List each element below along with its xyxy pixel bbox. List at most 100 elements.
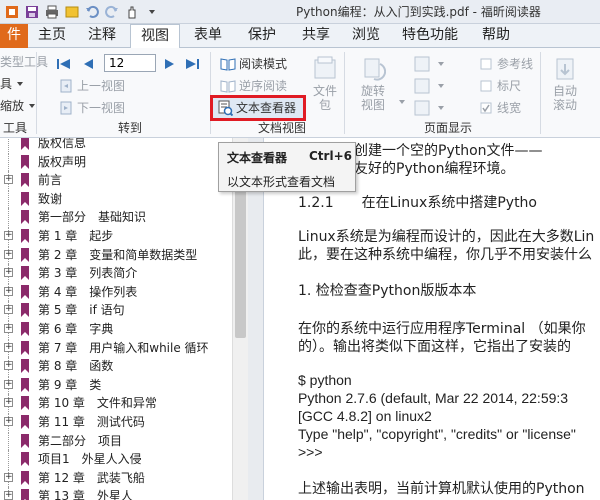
auto-scroll-button[interactable]: 自动 滚动: [548, 54, 582, 112]
next-view-button[interactable]: 下一视图: [58, 98, 125, 118]
bookmark-item[interactable]: + 第 8 章 函数: [0, 357, 232, 376]
type-tool-button[interactable]: 类型工具: [0, 52, 48, 72]
page-layout-icon: [414, 56, 430, 72]
tab-home[interactable]: 主页: [30, 24, 74, 48]
next-view-icon: [58, 100, 74, 116]
bookmark-item[interactable]: + 第 13 章 外星人: [0, 487, 232, 500]
bookmark-item[interactable]: 项目1 外星人入侵: [0, 450, 232, 469]
tab-view[interactable]: 视图: [130, 24, 180, 49]
panel-divider[interactable]: [248, 138, 264, 500]
hand-tool-icon[interactable]: [124, 4, 140, 20]
file-package-button[interactable]: 文件 包: [308, 54, 342, 112]
doc-line: 的）。输出将类似下面这样，它指出了安装的: [298, 339, 571, 355]
bookmark-item[interactable]: + 第 3 章 列表简介: [0, 264, 232, 283]
next-page-button[interactable]: [162, 54, 181, 74]
chevron-down-icon: [24, 98, 40, 114]
tab-comment[interactable]: 注释: [80, 24, 124, 48]
bookmark-item[interactable]: + 第 6 章 字典: [0, 320, 232, 338]
bookmark-item[interactable]: + 第 2 章 变量和简单数据类型: [0, 245, 232, 264]
tab-help[interactable]: 帮助: [474, 24, 518, 48]
expand-icon[interactable]: +: [4, 324, 13, 333]
prev-view-button[interactable]: 上一视图: [58, 76, 125, 96]
bookmark-item[interactable]: + 第 10 章 文件和异常: [0, 394, 232, 413]
bookmark-item[interactable]: + 第 12 章 武装飞船: [0, 468, 232, 487]
bookmark-item[interactable]: 第一部分 基础知识: [0, 208, 232, 227]
bookmark-label: 第 12 章 武装飞船: [38, 470, 145, 485]
bookmark-scrollbar[interactable]: [232, 138, 248, 500]
tools-group-label: 工具: [2, 121, 27, 135]
qat-dropdown-icon[interactable]: [144, 4, 160, 20]
first-page-button[interactable]: [56, 54, 75, 74]
bookmark-item[interactable]: 版权声明: [0, 152, 232, 171]
bookmark-icon: [20, 415, 30, 429]
bookmark-icon: [20, 154, 30, 169]
expand-icon[interactable]: +: [4, 305, 13, 315]
page-layout-button[interactable]: [414, 54, 452, 74]
open-icon[interactable]: [64, 4, 80, 20]
scroll-thumb[interactable]: [235, 168, 246, 338]
bookmark-icon: [20, 489, 30, 500]
bookmark-item[interactable]: 致谢: [0, 189, 232, 208]
expand-icon[interactable]: +: [4, 472, 13, 482]
bookmark-item[interactable]: + 第 9 章 类: [0, 375, 232, 394]
bookmark-icon: [20, 470, 30, 485]
bookmark-item[interactable]: 版权信息: [0, 138, 232, 152]
expand-icon[interactable]: +: [4, 379, 13, 389]
reading-mode-button[interactable]: 阅读模式: [220, 54, 287, 74]
expand-icon[interactable]: +: [4, 491, 13, 500]
page-number-input[interactable]: [104, 54, 156, 72]
reverse-reading-button[interactable]: 逆序阅读: [220, 76, 287, 96]
tool-button[interactable]: 具: [0, 74, 31, 94]
rotate-view-button[interactable]: 旋转 视图: [356, 54, 390, 112]
bookmark-item[interactable]: + 第 5 章 if 语句: [0, 301, 232, 320]
first-page-icon: [56, 56, 72, 72]
expand-icon[interactable]: +: [4, 398, 13, 408]
bookmark-item[interactable]: + 第 1 章 起步: [0, 227, 232, 245]
prev-page-button[interactable]: [80, 54, 99, 74]
app-logo-icon[interactable]: [4, 4, 20, 20]
tab-file[interactable]: 件: [0, 24, 28, 48]
reference-line-checkbox[interactable]: 参考线: [478, 54, 533, 74]
book-icon: [220, 56, 236, 72]
doc-line: 此，要在这种系统中编程，你几乎不用安装什么: [298, 247, 592, 263]
expand-icon[interactable]: +: [4, 361, 13, 371]
expand-icon[interactable]: +: [4, 268, 13, 278]
last-page-button[interactable]: [184, 54, 203, 74]
text-viewer-button[interactable]: 文本查看器: [210, 95, 306, 121]
prev-page-icon: [80, 56, 96, 72]
text-viewer-label: 文本查看器: [236, 101, 297, 115]
bookmark-label: 第 13 章 外星人: [38, 489, 133, 500]
expand-icon[interactable]: +: [4, 286, 13, 296]
auto-scroll-bottom-label: 滚动: [552, 98, 577, 112]
undo-icon[interactable]: [84, 4, 100, 20]
print-icon[interactable]: [44, 4, 60, 20]
ruler-checkbox[interactable]: 标尺: [478, 76, 521, 96]
bookmark-label: 前言: [38, 173, 63, 188]
text-viewer-tooltip: 文本查看器 Ctrl+6 以文本形式查看文档: [218, 142, 356, 192]
bookmark-item[interactable]: + 前言: [0, 171, 232, 190]
tab-form[interactable]: 表单: [186, 24, 230, 48]
expand-icon[interactable]: +: [4, 249, 13, 259]
doc-line: [GCC 4.8.2] on linux2: [298, 408, 432, 424]
rotate-view-dropdown[interactable]: [394, 92, 413, 112]
tab-features[interactable]: 特色功能: [396, 24, 464, 48]
save-icon[interactable]: [24, 4, 40, 20]
expand-icon[interactable]: +: [4, 231, 13, 240]
expand-icon[interactable]: +: [4, 342, 13, 352]
bookmark-item[interactable]: + 第 4 章 操作列表: [0, 282, 232, 301]
bookmark-item[interactable]: 第二部分 项目: [0, 431, 232, 450]
bookmark-label: 第 10 章 文件和异常: [38, 396, 157, 411]
page-zoom-button[interactable]: [414, 98, 452, 118]
tab-share[interactable]: 共享: [294, 24, 338, 48]
bookmark-icon: [20, 433, 30, 448]
tab-protect[interactable]: 保护: [240, 24, 284, 48]
expand-icon[interactable]: +: [4, 417, 13, 426]
expand-icon[interactable]: +: [4, 175, 13, 185]
redo-icon[interactable]: [104, 4, 120, 20]
tab-browse[interactable]: 浏览: [344, 24, 388, 48]
line-width-checkbox[interactable]: 线宽: [478, 98, 521, 118]
bookmark-item[interactable]: + 第 11 章 测试代码: [0, 413, 232, 431]
bookmark-item[interactable]: + 第 7 章 用户输入和while 循环: [0, 338, 232, 357]
page-fit-button[interactable]: [414, 76, 452, 96]
bookmark-label: 第 2 章 变量和简单数据类型: [38, 247, 198, 262]
